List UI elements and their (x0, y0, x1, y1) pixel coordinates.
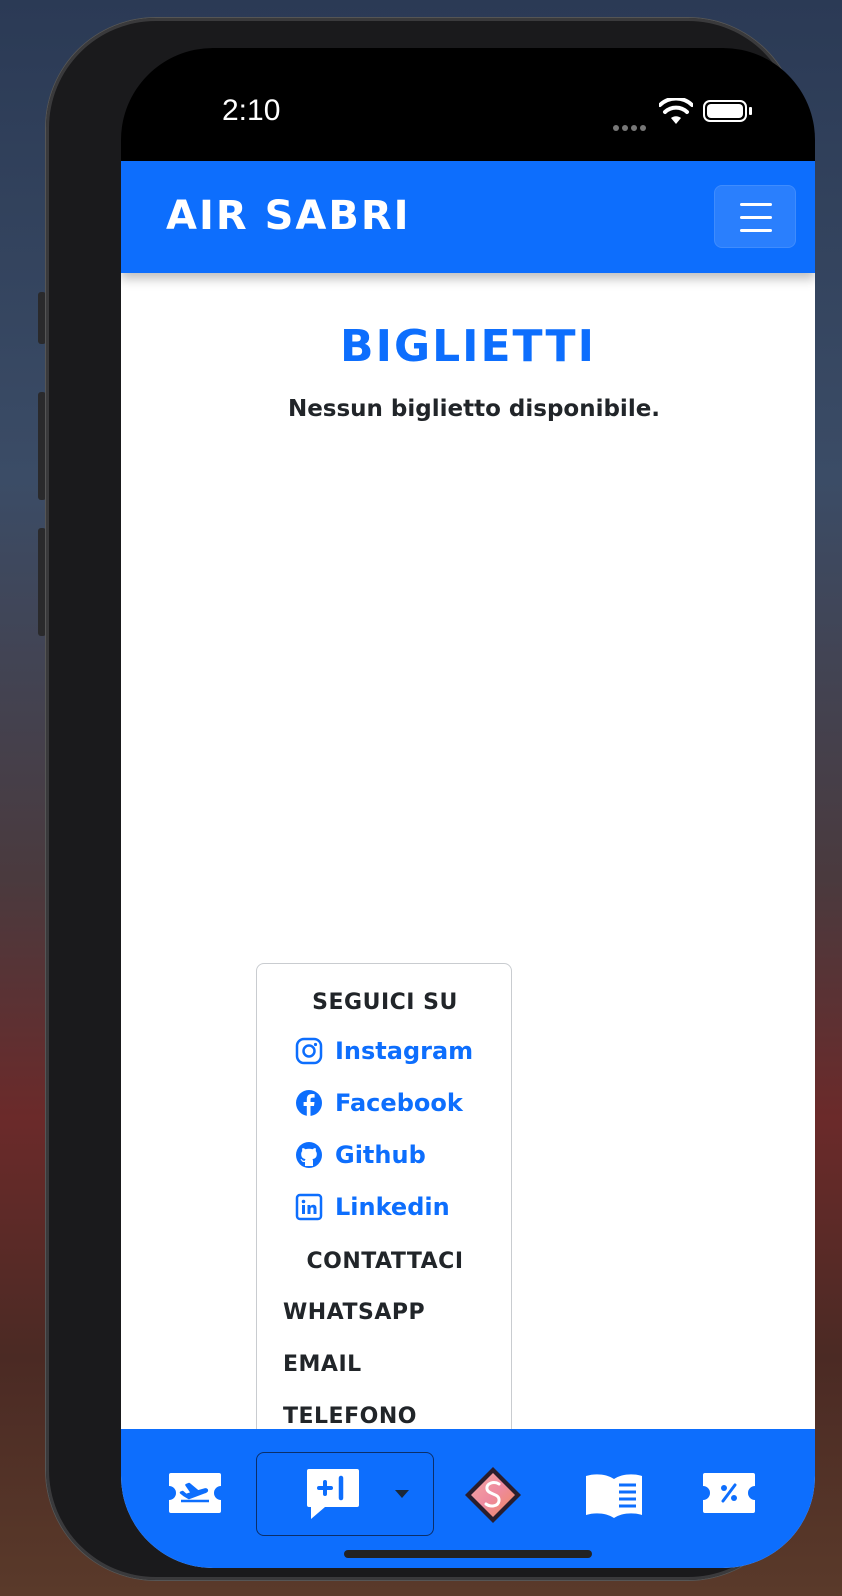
github-icon (295, 1141, 323, 1169)
caret-down-icon (395, 1490, 409, 1498)
follow-header: SEGUICI SU (312, 990, 458, 1015)
signal-dots-icon (613, 116, 649, 131)
bottom-nav-bar (121, 1429, 815, 1568)
brand-logo-text[interactable]: AIR SABRI (166, 193, 411, 239)
contact-header: CONTATTACI (306, 1249, 464, 1274)
status-bar: 2:10 (121, 48, 815, 160)
flight-ticket-icon (169, 1473, 221, 1513)
add-comment-icon (307, 1469, 359, 1519)
navbar: AIR SABRI (121, 161, 815, 273)
battery-nub (749, 107, 752, 115)
page-title: BIGLIETTI (340, 321, 596, 372)
instagram-icon (295, 1037, 323, 1065)
book-icon (586, 1474, 642, 1518)
battery-icon (703, 100, 747, 122)
facebook-icon (295, 1089, 323, 1117)
home-indicator (344, 1550, 592, 1558)
volume-up-button (38, 392, 46, 500)
app-view: AIR SABRI BIGLIETTI Nessun biglietto dis… (121, 161, 815, 1568)
instagram-link[interactable]: Instagram (295, 1033, 473, 1069)
flights-button[interactable] (167, 1471, 223, 1515)
dropdown-caret-button[interactable] (392, 1487, 412, 1501)
add-comment-button[interactable] (305, 1467, 361, 1521)
telefono-item[interactable]: TELEFONO (283, 1404, 417, 1429)
github-label: Github (335, 1141, 426, 1169)
discounts-button[interactable] (701, 1471, 757, 1515)
hamburger-line (740, 229, 772, 232)
linkedin-icon (295, 1193, 323, 1221)
facebook-label: Facebook (335, 1089, 463, 1117)
hamburger-icon (740, 203, 772, 206)
email-item[interactable]: EMAIL (283, 1352, 362, 1377)
book-button[interactable] (583, 1471, 645, 1519)
github-link[interactable]: Github (295, 1137, 426, 1173)
silent-switch (38, 292, 46, 344)
instagram-label: Instagram (335, 1037, 474, 1065)
phone-screen: 2:10 AIR SABRI BIGLIETTI Nessun bigliett (121, 48, 815, 1568)
menu-toggle-button[interactable] (714, 185, 796, 248)
linkedin-link[interactable]: Linkedin (295, 1189, 450, 1225)
empty-message: Nessun biglietto disponibile. (287, 396, 661, 422)
home-logo-button[interactable] (463, 1465, 523, 1525)
hamburger-line (740, 216, 772, 219)
linkedin-label: Linkedin (335, 1193, 450, 1221)
facebook-link[interactable]: Facebook (295, 1085, 463, 1121)
sabri-logo-icon (465, 1467, 521, 1523)
status-time: 2:10 (222, 94, 281, 127)
volume-down-button (38, 528, 46, 636)
whatsapp-item[interactable]: WHATSAPP (283, 1300, 425, 1325)
discount-ticket-icon (703, 1473, 755, 1513)
contact-split-button[interactable] (256, 1452, 434, 1536)
phone-frame: 2:10 AIR SABRI BIGLIETTI Nessun bigliett (46, 18, 815, 1580)
contact-dropdown-menu: SEGUICI SU Instagram Facebook Github Lin… (256, 963, 512, 1454)
wifi-icon (659, 98, 693, 124)
